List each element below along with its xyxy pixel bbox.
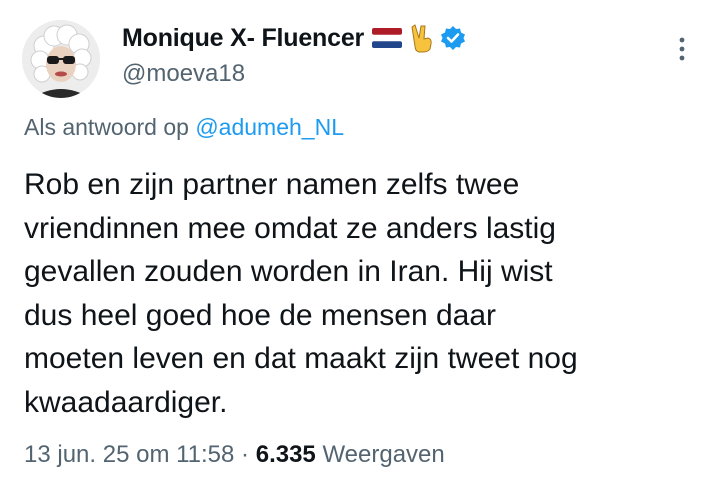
tweet-meta: 13 jun. 25 om 11:58 · 6.335 Weergaven: [24, 441, 445, 469]
avatar-image: [22, 20, 100, 98]
reply-prefix: Als antwoord op: [24, 114, 189, 140]
tweet-line: Rob en zijn partner namen zelfs twee: [24, 168, 520, 201]
reply-context: Als antwoord op @adumeh_NL: [24, 114, 344, 141]
views-label[interactable]: Weergaven: [322, 441, 444, 468]
victory-hand-icon: [411, 24, 432, 53]
views-count[interactable]: 6.335: [256, 441, 316, 468]
more-options-icon[interactable]: [672, 34, 692, 64]
tweet-line: vriendinnen mee omdat ze anders lastig: [24, 211, 556, 245]
name-row: Monique X- Fluencer: [122, 20, 466, 56]
meta-separator: ·: [241, 441, 250, 468]
tweet-line: dus heel goed hoe de mensen daar: [24, 298, 497, 332]
display-name[interactable]: Monique X- Fluencer: [122, 24, 364, 53]
netherlands-flag-icon: [372, 28, 403, 48]
reply-to-link[interactable]: @adumeh_NL: [195, 114, 344, 140]
tweet-line: kwaadaardiger.: [24, 385, 228, 419]
tweet-text: Rob en zijn partner namen zelfs twee vri…: [24, 163, 694, 424]
tweet-line: gevallen zouden worden in Iran. Hij wist: [24, 255, 553, 288]
verified-badge-icon[interactable]: [440, 25, 466, 51]
tweet-timestamp[interactable]: 13 jun. 25 om 11:58: [24, 441, 234, 468]
tweet-line: moeten leven en dat maakt zijn tweet nog: [24, 342, 578, 375]
avatar[interactable]: [22, 20, 100, 98]
tweet-header: Monique X- Fluencer @moeva18: [122, 20, 466, 88]
user-handle[interactable]: @moeva18: [122, 60, 466, 88]
